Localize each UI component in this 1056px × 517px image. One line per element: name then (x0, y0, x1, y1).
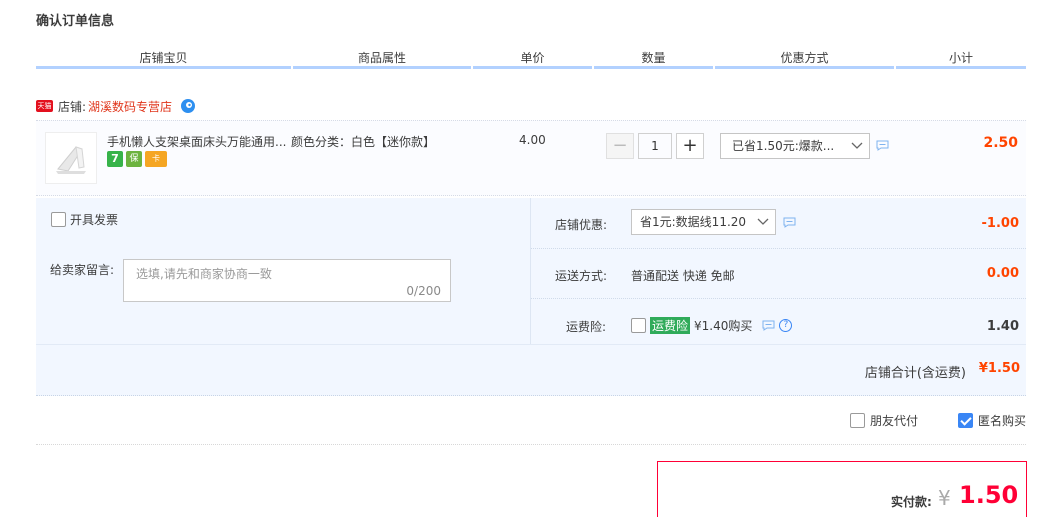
shop-discount-select-value: 省1元:数据线11.20 (640, 215, 747, 229)
product-thumbnail[interactable] (45, 132, 97, 184)
friend-pay-checkbox[interactable] (850, 413, 865, 428)
shop-header: 天猫 店铺: 湖溪数码专营店 (36, 98, 196, 114)
credit-card-icon[interactable]: 卡 (145, 151, 167, 167)
comment-icon[interactable] (783, 217, 796, 228)
col-header-attr: 商品属性 (357, 51, 406, 65)
product-title-link[interactable]: 手机懒人支架桌面床头万能通用... (107, 133, 286, 150)
phone-stand-image (56, 146, 86, 174)
insurance-option: 运费险 ¥1.40购买 ? (631, 317, 793, 334)
shop-total-value: ¥1.50 (978, 361, 1020, 376)
invoice-checkbox[interactable] (51, 212, 66, 227)
shop-total-row: 店铺合计(含运费) ¥1.50 (36, 344, 1026, 396)
quantity-plus-button[interactable]: + (676, 133, 704, 159)
help-icon[interactable]: ? (779, 319, 793, 332)
quantity-minus-button[interactable]: − (606, 133, 634, 159)
quantity-input[interactable]: 1 (638, 133, 672, 159)
shipping-label: 运送方式: (555, 269, 608, 283)
col-divider (715, 66, 894, 69)
col-header-qty: 数量 (641, 51, 666, 65)
comment-icon[interactable] (762, 320, 775, 331)
unit-price: 4.00 (519, 133, 546, 147)
insurance-tag: 运费险 (650, 317, 691, 334)
shop-discount-select[interactable]: 省1元:数据线11.20 (631, 209, 776, 235)
anonymous-checkbox[interactable] (958, 413, 973, 428)
divider (36, 444, 1026, 445)
col-divider (293, 66, 471, 69)
buyer-options-panel: 开具发票 给卖家留言: 选填,请先和商家协商一致 0/200 (36, 198, 530, 344)
insurance-value: 1.40 (986, 319, 1019, 334)
chevron-down-icon (757, 218, 769, 225)
insurance-checkbox[interactable] (631, 318, 646, 333)
order-item-row: 手机懒人支架桌面床头万能通用... 颜色分类：白色【迷你款】 7 保 卡 4.0… (36, 120, 1026, 196)
chevron-down-icon (851, 142, 863, 149)
shipping-method: 普通配送 快递 免邮 (631, 269, 735, 283)
insurance-label: 运费险: (566, 320, 607, 334)
comment-icon[interactable] (876, 140, 889, 151)
payment-summary: 实付款: ¥ 1.50 (657, 461, 1027, 517)
payment-label: 实付款: (891, 495, 932, 509)
tmall-badge-icon: 天猫 (36, 100, 53, 112)
col-divider (36, 66, 291, 69)
col-header-price: 单价 (520, 51, 545, 65)
service-badges: 7 保 卡 (107, 151, 167, 167)
col-header-promo: 优惠方式 (780, 51, 829, 65)
chat-wangwang-icon[interactable] (180, 98, 196, 114)
message-placeholder: 选填,请先和商家协商一致 (136, 267, 272, 281)
col-divider (473, 66, 592, 69)
shipping-fee: 0.00 (986, 266, 1019, 281)
invoice-option[interactable]: 开具发票 (51, 211, 118, 228)
friend-pay-label: 朋友代付 (870, 414, 919, 428)
col-header-subtotal: 小计 (948, 51, 973, 65)
shipping-row: 运送方式: 普通配送 快递 免邮 0.00 (531, 249, 1026, 299)
friend-pay-option[interactable]: 朋友代付 (850, 412, 918, 429)
promotion-select-value: 已省1.50元:爆款... (732, 139, 835, 153)
promotion-select[interactable]: 已省1.50元:爆款... (720, 133, 870, 159)
payment-amount: 1.50 (959, 481, 1019, 509)
col-header-item: 店铺宝贝 (139, 51, 188, 65)
quantity-stepper: − 1 + (606, 133, 704, 159)
item-subtotal: 2.50 (983, 135, 1018, 151)
shop-discount-value: -1.00 (981, 216, 1019, 231)
guarantee-icon[interactable]: 保 (126, 151, 142, 167)
message-label: 给卖家留言: (50, 263, 115, 277)
anonymous-option[interactable]: 匿名购买 (958, 412, 1026, 429)
product-attribute: 颜色分类：白色【迷你款】 (291, 135, 436, 149)
insurance-price: ¥1.40购买 (694, 319, 753, 333)
message-char-count: 0/200 (406, 284, 441, 298)
shop-label: 店铺: (58, 99, 87, 114)
anonymous-label: 匿名购买 (978, 414, 1027, 428)
seller-message-textarea[interactable]: 选填,请先和商家协商一致 0/200 (123, 259, 451, 302)
col-divider (896, 66, 1026, 69)
order-detail-panel: 开具发票 给卖家留言: 选填,请先和商家协商一致 0/200 店铺优惠: 省1元… (36, 198, 1026, 396)
shop-discount-row: 店铺优惠: 省1元:数据线11.20 -1.00 (531, 198, 1026, 249)
currency-symbol: ¥ (938, 486, 951, 510)
insurance-row: 运费险: 运费险 ¥1.40购买 ? 1.40 (531, 299, 1026, 344)
shop-total-label: 店铺合计(含运费) (864, 366, 966, 381)
col-divider (594, 66, 713, 69)
seven-day-return-icon[interactable]: 7 (107, 151, 123, 167)
shop-name-link[interactable]: 湖溪数码专营店 (88, 98, 172, 115)
invoice-label: 开具发票 (70, 213, 119, 227)
shop-discount-label: 店铺优惠: (555, 218, 608, 232)
page-title: 确认订单信息 (36, 14, 115, 29)
